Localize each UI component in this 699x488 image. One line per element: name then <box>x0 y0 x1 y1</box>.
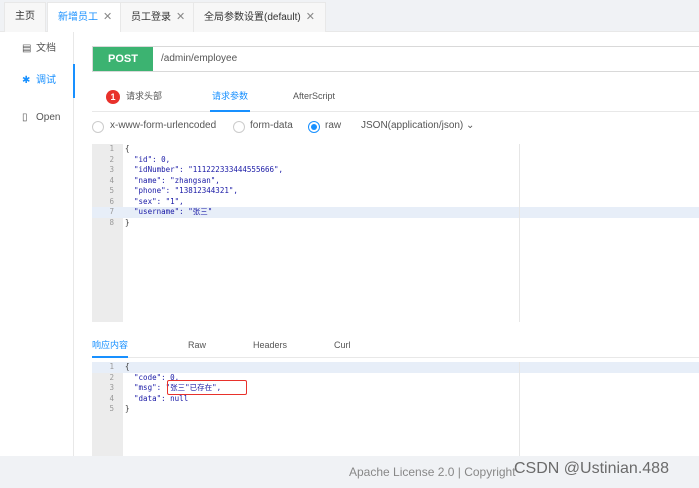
tab-bar: 主页 新增员工 ✕ 员工登录 ✕ 全局参数设置(default) ✕ <box>0 0 699 32</box>
line-number: 5 <box>109 186 114 195</box>
line-number: 2 <box>109 154 114 164</box>
line-number: 4 <box>109 175 114 185</box>
line-number: 7 <box>109 207 114 216</box>
tab-response-headers-label: Headers <box>253 340 288 350</box>
tab-after-script-label: AfterScript <box>293 91 336 101</box>
body-type-group: x-www-form-urlencoded form-data raw JSON… <box>92 118 512 136</box>
active-line-highlight <box>92 362 699 373</box>
url-input[interactable]: /admin/employee <box>161 47 237 71</box>
radio-raw-label: raw <box>325 120 342 131</box>
tab-global-params-label: 全局参数设置(default) <box>204 12 301 23</box>
tab-request-headers[interactable]: 1 请求头部 <box>106 84 162 112</box>
request-tabs: 1 请求头部 请求参数 AfterScript <box>92 84 699 112</box>
tab-response-content-label: 响应内容 <box>92 340 129 350</box>
print-margin <box>519 362 520 456</box>
sidebar-item-docs[interactable]: ▤ 文档 <box>0 32 74 66</box>
tab-response-raw[interactable]: Raw <box>188 336 206 358</box>
code-line: "phone": "13812344321", <box>125 186 238 195</box>
line-number: 6 <box>109 196 114 206</box>
tab-home-label: 主页 <box>15 11 35 22</box>
error-message-highlight <box>167 380 247 395</box>
radio-urlencoded-label: x-www-form-urlencoded <box>110 120 217 131</box>
radio-raw[interactable] <box>308 121 320 133</box>
tab-response-content[interactable]: 响应内容 <box>92 336 129 358</box>
debug-icon: ✱ <box>22 75 31 86</box>
method-select[interactable]: POST <box>93 47 153 71</box>
file-icon: ▯ <box>22 112 28 123</box>
line-number: 8 <box>109 217 114 227</box>
tab-employee-login[interactable]: 员工登录 ✕ <box>120 2 197 32</box>
sidebar-item-open[interactable]: ▯ Open <box>0 101 74 135</box>
raw-format-label: JSON(application/json) <box>361 120 464 131</box>
chevron-down-icon: ⌄ <box>466 120 475 131</box>
tab-response-curl-label: Curl <box>334 340 351 350</box>
tab-global-params[interactable]: 全局参数设置(default) ✕ <box>193 2 326 32</box>
url-bar: POST /admin/employee <box>92 46 699 72</box>
code-line: "sex": "1", <box>125 196 184 206</box>
tab-response-raw-label: Raw <box>188 340 207 350</box>
line-number: 1 <box>109 362 114 371</box>
headers-count-badge: 1 <box>106 89 120 104</box>
tab-response-headers[interactable]: Headers <box>253 336 287 358</box>
document-icon: ▤ <box>22 43 32 54</box>
code-line: "idNumber": "111222333444555666", <box>125 165 284 174</box>
response-tabs: 响应内容 Raw Headers Curl <box>92 336 699 358</box>
tab-add-employee-label: 新增员工 <box>58 12 98 23</box>
code-line: { <box>125 362 130 371</box>
code-line: "username": "张三" <box>125 207 213 216</box>
line-number: 3 <box>109 383 114 392</box>
sidebar-item-label: 调试 <box>36 75 56 86</box>
close-icon[interactable]: ✕ <box>306 11 315 23</box>
radio-form-data-label: form-data <box>250 120 293 131</box>
code-line: { <box>125 144 130 153</box>
tab-employee-login-label: 员工登录 <box>131 12 171 23</box>
code-line: } <box>125 217 130 227</box>
request-body-editor[interactable]: 1 2 3 4 5 6 7 8 { "id": 0, "idNumber": "… <box>92 144 699 322</box>
line-number: 4 <box>109 393 114 403</box>
code-line: "data": null <box>125 393 189 403</box>
code-line: } <box>125 404 130 413</box>
print-margin <box>519 144 520 322</box>
line-number: 1 <box>109 144 114 153</box>
tab-request-params[interactable]: 请求参数 <box>210 84 251 112</box>
line-number: 2 <box>109 372 114 382</box>
sidebar: ▤ 文档 ✱ 调试 ▯ Open <box>0 32 75 456</box>
close-icon[interactable]: ✕ <box>176 11 185 23</box>
code-line: "name": "zhangsan", <box>125 175 220 185</box>
code-line: "id": 0, <box>125 154 171 164</box>
tab-after-script[interactable]: AfterScript <box>293 84 335 112</box>
footer-license: Apache License 2.0 | Copyright <box>349 465 516 479</box>
tab-add-employee[interactable]: 新增员工 ✕ <box>47 2 124 32</box>
watermark: CSDN @Ustinian.488 <box>514 460 669 477</box>
close-icon[interactable]: ✕ <box>103 11 112 23</box>
tab-home[interactable]: 主页 <box>4 2 46 32</box>
line-number: 3 <box>109 165 114 174</box>
radio-urlencoded[interactable] <box>92 121 104 133</box>
tab-request-params-label: 请求参数 <box>212 91 249 101</box>
radio-form-data[interactable] <box>233 121 245 133</box>
sidebar-item-label: Open <box>36 112 61 123</box>
response-body-viewer[interactable]: 1 2 3 4 5 { "code": 0, "msg": "张三"已存在", … <box>92 362 699 456</box>
sidebar-item-label: 文档 <box>36 43 56 54</box>
tab-request-headers-label: 请求头部 <box>126 91 163 101</box>
sidebar-item-debug[interactable]: ✱ 调试 <box>0 64 75 98</box>
line-number: 5 <box>109 404 114 413</box>
raw-format-select[interactable]: JSON(application/json) ⌄ <box>361 120 474 131</box>
tab-response-curl[interactable]: Curl <box>334 336 351 358</box>
